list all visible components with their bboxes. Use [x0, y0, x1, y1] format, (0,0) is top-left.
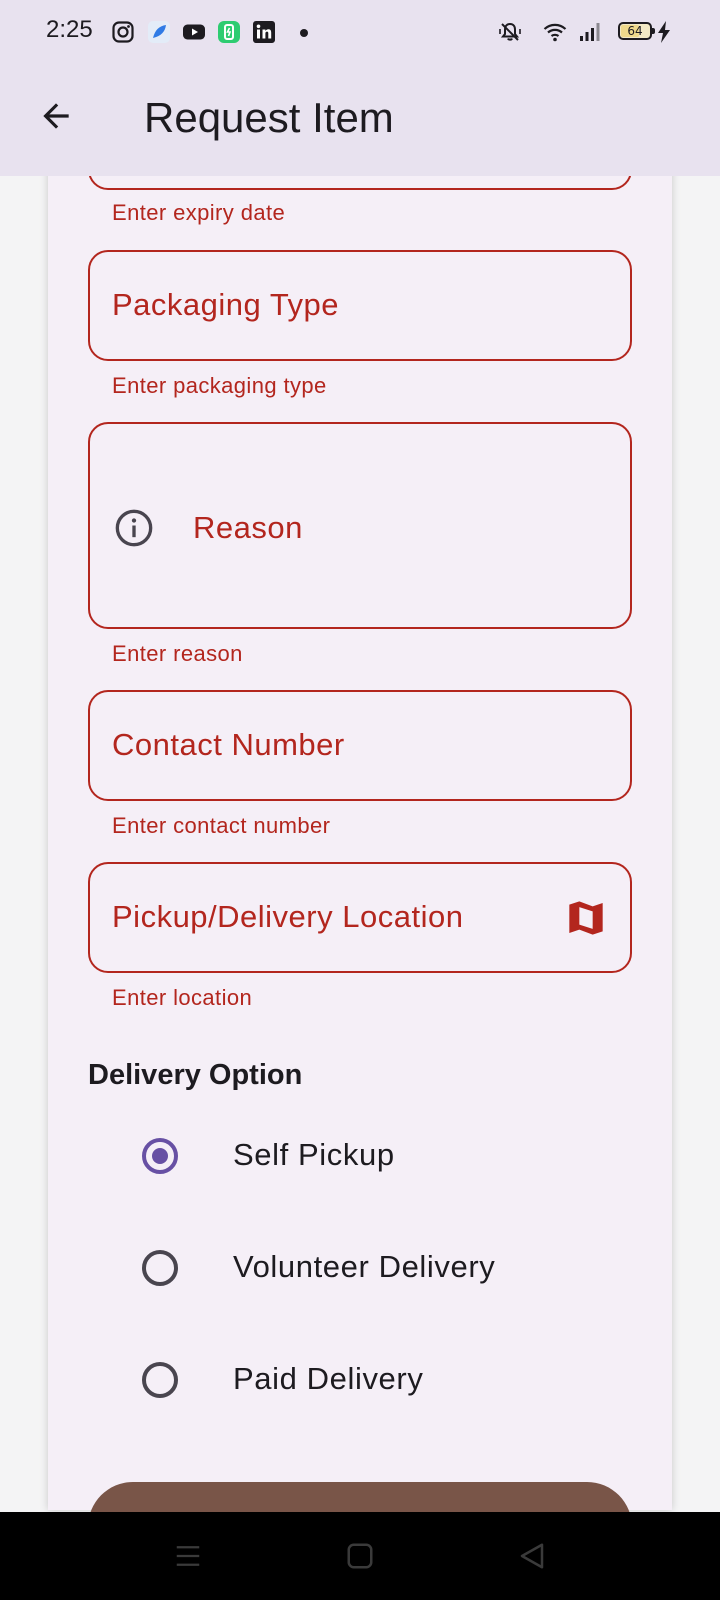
radio-button[interactable] [142, 1250, 178, 1286]
radio-button[interactable] [142, 1362, 178, 1398]
location-field[interactable]: Pickup/Delivery Location [88, 862, 632, 973]
radio-label: Paid Delivery [233, 1361, 424, 1396]
reason-field[interactable]: Reason [88, 422, 632, 629]
arrow-back-icon [43, 103, 69, 129]
page-title: Request Item [144, 94, 394, 141]
radio-volunteer-delivery[interactable]: Volunteer Delivery [130, 1232, 610, 1304]
app-bar: Request Item [0, 64, 720, 176]
battery-saver-app-icon [217, 20, 241, 44]
instagram-icon [111, 20, 135, 44]
location-helper: Enter location [112, 985, 253, 1010]
back-button[interactable] [30, 90, 82, 142]
home-button[interactable] [338, 1534, 382, 1578]
signal-icon [578, 20, 602, 44]
expiry-date-helper: Enter expiry date [112, 200, 286, 225]
packaging-type-helper: Enter packaging type [112, 373, 327, 398]
reason-label: Reason [193, 510, 303, 545]
radio-label: Self Pickup [233, 1137, 395, 1172]
reason-helper: Enter reason [112, 641, 243, 666]
menu-button[interactable] [166, 1534, 210, 1578]
notification-dot [300, 29, 308, 37]
silent-mode-icon [498, 20, 522, 44]
location-label: Pickup/Delivery Location [112, 899, 464, 934]
info-icon [114, 508, 154, 548]
youtube-icon [182, 20, 206, 44]
map-icon[interactable] [566, 898, 606, 938]
radio-button-selected[interactable] [142, 1138, 178, 1174]
status-bar: 2:25 64 [0, 0, 720, 64]
contact-number-field[interactable]: Contact Number [88, 690, 632, 801]
linkedin-icon [252, 20, 276, 44]
packaging-type-field[interactable]: Packaging Type [88, 250, 632, 361]
status-time: 2:25 [46, 16, 93, 43]
packaging-type-label: Packaging Type [112, 287, 340, 322]
wifi-icon [543, 20, 567, 44]
battery-level: 64 [627, 24, 643, 38]
radio-label: Volunteer Delivery [233, 1249, 496, 1284]
contact-number-label: Contact Number [112, 727, 345, 762]
charging-bolt-icon [656, 20, 672, 44]
home-icon [347, 1543, 373, 1569]
system-navigation-bar [0, 1512, 720, 1600]
back-triangle-icon [520, 1543, 544, 1569]
menu-icon [176, 1546, 200, 1566]
radio-paid-delivery[interactable]: Paid Delivery [130, 1344, 610, 1416]
contact-number-helper: Enter contact number [112, 813, 331, 838]
back-nav-button[interactable] [510, 1534, 554, 1578]
delivery-option-heading: Delivery Option [88, 1059, 303, 1091]
radio-self-pickup[interactable]: Self Pickup [130, 1120, 610, 1192]
feather-app-icon [147, 20, 171, 44]
battery-icon: 64 [618, 20, 656, 44]
